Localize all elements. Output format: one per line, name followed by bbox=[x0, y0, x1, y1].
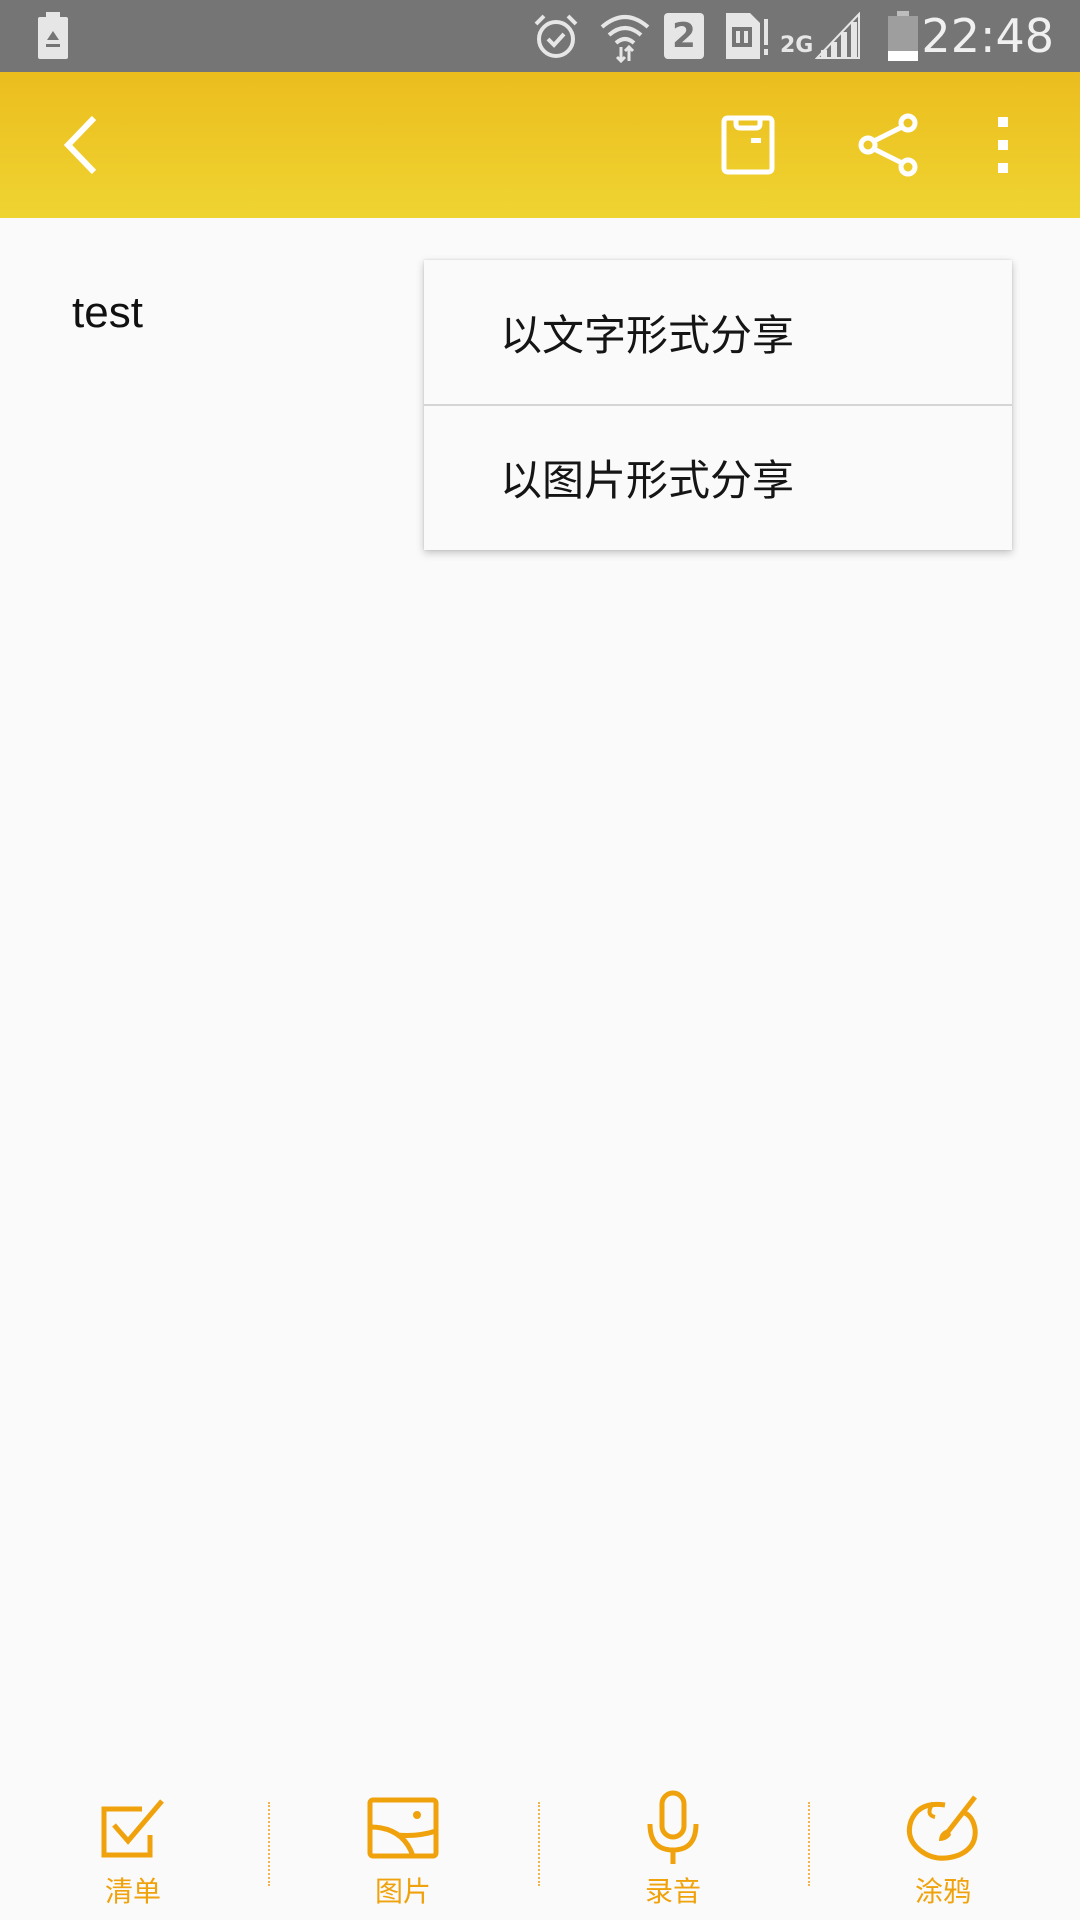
menu-divider bbox=[424, 404, 1012, 406]
sim-card-icon bbox=[724, 0, 770, 72]
checklist-label: 清单 bbox=[104, 1875, 161, 1908]
battery-icon bbox=[888, 0, 918, 72]
voice-record-label: 录音 bbox=[644, 1875, 701, 1908]
share-menu: 以文字形式分享 以图片形式分享 bbox=[424, 260, 1012, 550]
toolbar-separator bbox=[808, 1802, 810, 1886]
doodle-button[interactable]: 涂鸦 bbox=[843, 1760, 1043, 1920]
note-editor-screen: 2 2G 22:48 test 以文字形式分享 以图片形式分享 清单 图片 录音… bbox=[0, 0, 1080, 1920]
more-options-button[interactable] bbox=[978, 72, 1028, 218]
note-body-text[interactable]: test bbox=[72, 288, 143, 338]
doodle-label: 涂鸦 bbox=[914, 1875, 971, 1908]
sim-2-icon: 2 bbox=[664, 0, 704, 72]
app-bar bbox=[0, 72, 1080, 218]
wifi-icon bbox=[598, 0, 652, 72]
share-as-image-item[interactable]: 以图片形式分享 bbox=[424, 405, 1012, 550]
toolbar-separator bbox=[538, 1802, 540, 1886]
share-as-text-item[interactable]: 以文字形式分享 bbox=[424, 260, 1012, 405]
alarm-icon bbox=[532, 0, 580, 72]
bottom-toolbar: 清单 图片 录音 涂鸦 bbox=[0, 1760, 1080, 1920]
microphone-icon bbox=[645, 1788, 701, 1868]
share-icon bbox=[858, 113, 918, 177]
status-time: 22:48 bbox=[921, 9, 1054, 63]
toolbar-separator bbox=[268, 1802, 270, 1886]
image-label: 图片 bbox=[374, 1875, 431, 1908]
voice-record-button[interactable]: 录音 bbox=[573, 1760, 773, 1920]
image-button[interactable]: 图片 bbox=[303, 1760, 503, 1920]
image-icon bbox=[367, 1788, 439, 1868]
paint-palette-icon bbox=[905, 1788, 981, 1868]
status-bar: 2 2G 22:48 bbox=[0, 0, 1080, 72]
back-button[interactable] bbox=[40, 72, 120, 218]
network-type: 2G bbox=[780, 32, 814, 58]
recycle-battery-icon bbox=[36, 0, 70, 72]
save-icon bbox=[721, 115, 775, 175]
checklist-button[interactable]: 清单 bbox=[33, 1760, 233, 1920]
back-icon bbox=[63, 115, 97, 175]
share-button[interactable] bbox=[848, 72, 928, 218]
save-button[interactable] bbox=[708, 72, 788, 218]
checklist-icon bbox=[100, 1788, 166, 1868]
signal-icon: 2G bbox=[780, 0, 861, 72]
more-vert-icon bbox=[998, 117, 1008, 173]
sim-slot-number: 2 bbox=[672, 16, 696, 56]
